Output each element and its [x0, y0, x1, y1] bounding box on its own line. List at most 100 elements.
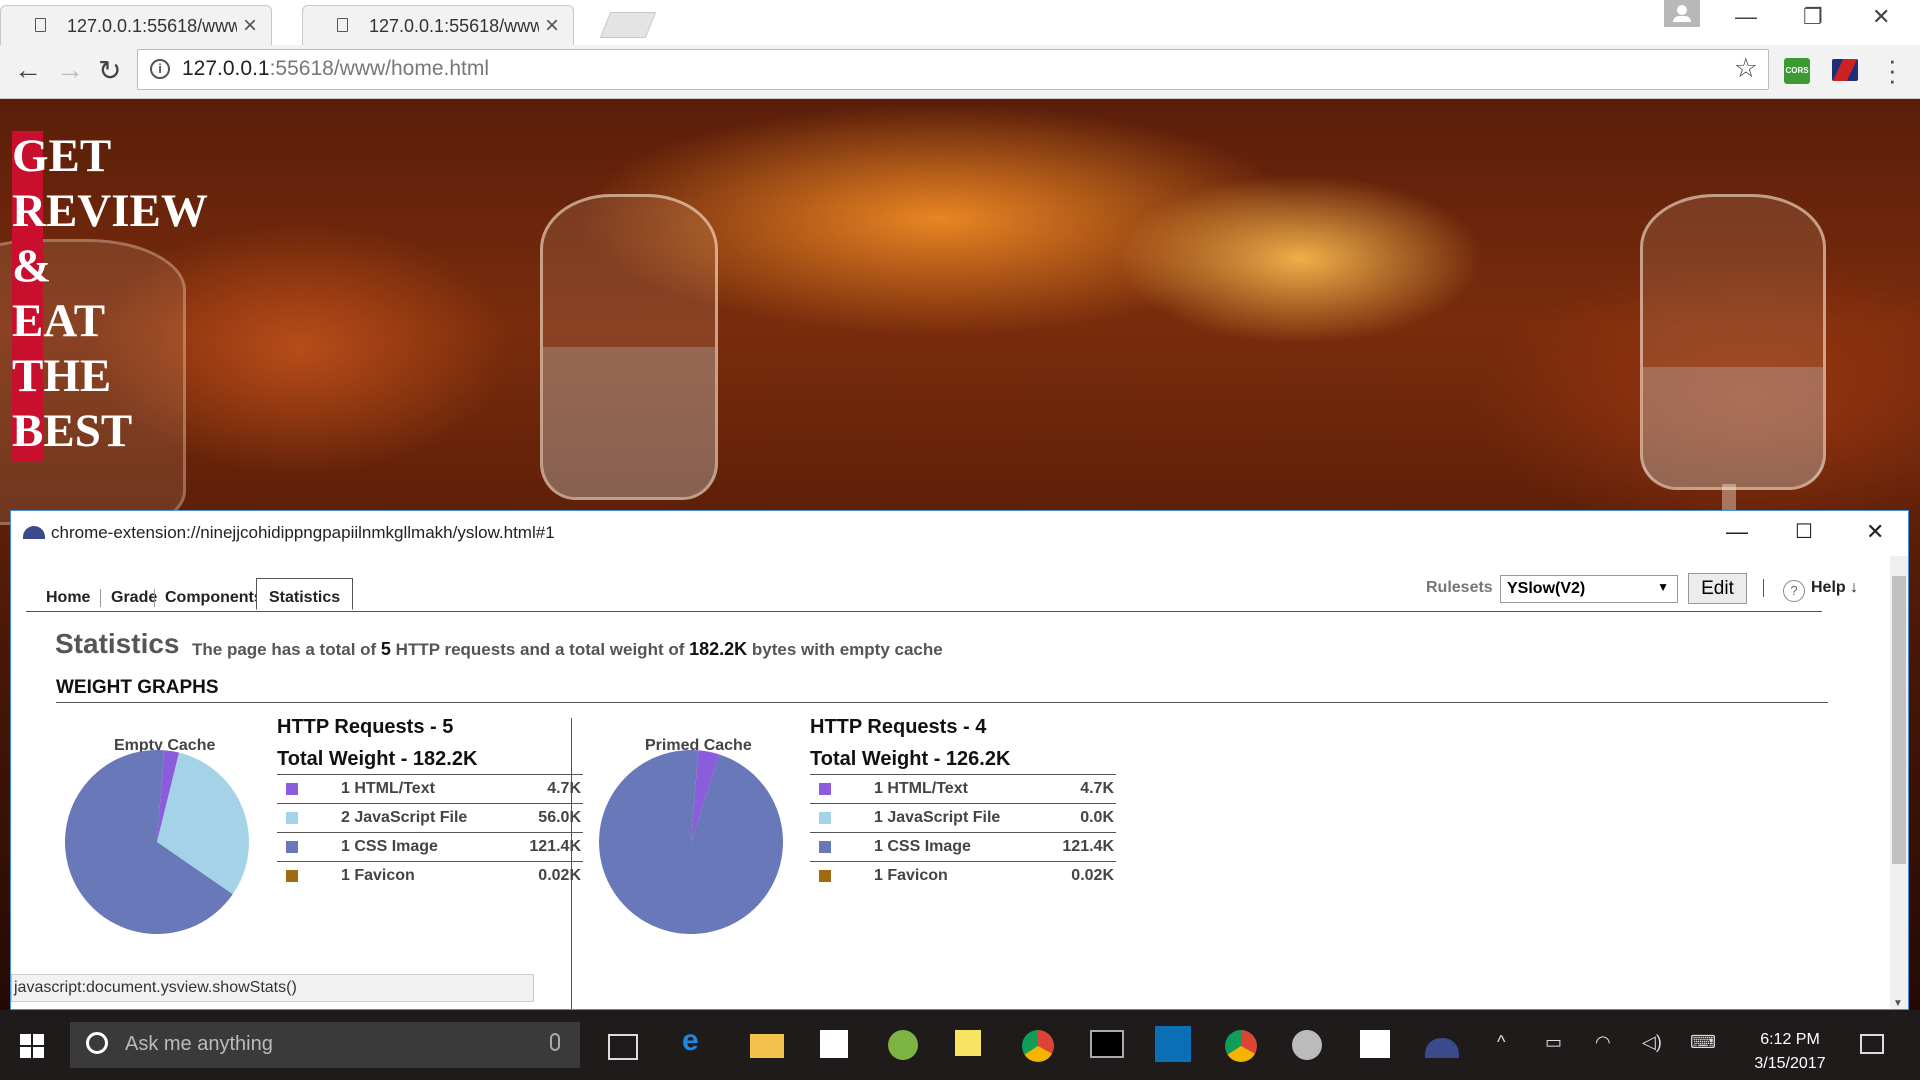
primed-cache-pie-chart	[599, 750, 783, 934]
legend-swatch	[819, 841, 831, 853]
legend-swatch	[819, 812, 831, 824]
ruleset-select[interactable]: YSlow(V2) ▼	[1500, 575, 1678, 603]
legend-swatch	[286, 783, 298, 795]
sticky-notes-icon[interactable]	[955, 1030, 981, 1056]
empty-cache-pie-chart	[65, 750, 249, 934]
bookmark-star-icon[interactable]: ☆	[1734, 53, 1758, 84]
cortana-search-box[interactable]: Ask me anything	[70, 1022, 580, 1068]
tab-statistics[interactable]: Statistics	[256, 578, 354, 610]
chrome-icon[interactable]	[1225, 1030, 1257, 1062]
task-view-icon[interactable]	[608, 1034, 638, 1060]
info-icon[interactable]: i	[150, 59, 170, 79]
edit-button[interactable]: Edit	[1688, 573, 1747, 604]
yslow-window: chrome-extension://ninejjcohidippngpapii…	[10, 510, 1909, 1010]
yslow-gauge-icon	[23, 526, 45, 539]
store-icon[interactable]	[820, 1030, 848, 1058]
cortana-icon	[86, 1032, 108, 1054]
vertical-scrollbar[interactable]: ▼	[1890, 556, 1908, 1009]
snipping-tool-icon[interactable]	[1292, 1030, 1322, 1060]
action-center-icon[interactable]	[1860, 1034, 1884, 1054]
scroll-down-icon[interactable]: ▼	[1893, 998, 1903, 1009]
taskbar: Ask me anything e ^ ▭ ◠ ◁) ⌨ 6:12 PM 3/1…	[0, 1010, 1920, 1080]
table-row: 1 HTML/Text 4.7K	[277, 774, 583, 803]
empty-cache-table: 1 HTML/Text 4.7K 2 JavaScript File 56.0K 1…	[277, 774, 583, 890]
divider	[56, 702, 1828, 703]
address-bar[interactable]: i 127.0.0.1:55618/www/home.html ☆	[137, 49, 1769, 90]
browser-toolbar: ← → ↻ i 127.0.0.1:55618/www/home.html ☆ …	[0, 45, 1920, 99]
help-question-icon[interactable]: ?	[1783, 580, 1805, 602]
divider	[1763, 579, 1764, 597]
file-explorer-icon[interactable]	[750, 1034, 784, 1058]
status-bar-url: javascript:document.ysview.showStats()	[11, 974, 534, 1002]
reload-icon[interactable]: ↻	[98, 54, 121, 87]
legend-swatch	[819, 870, 831, 882]
windows-start-icon[interactable]	[20, 1034, 44, 1058]
empty-cache-requests: HTTP Requests - 5	[277, 716, 454, 738]
tab-components[interactable]: Components	[154, 589, 263, 607]
chrome-icon[interactable]	[1022, 1030, 1054, 1062]
scrollbar-thumb[interactable]	[1892, 576, 1906, 864]
legend-swatch	[286, 812, 298, 824]
dropdown-arrow-icon: ▼	[1657, 580, 1669, 594]
table-row: 2 JavaScript File 56.0K	[277, 803, 583, 832]
browser-tab-login[interactable]: 127.0.0.1:55618/www/log ×	[0, 5, 272, 45]
url-text[interactable]: 127.0.0.1:55618/www/home.html	[182, 57, 489, 81]
tab-home[interactable]: Home	[46, 589, 90, 607]
page-icon	[35, 18, 46, 32]
battery-icon[interactable]: ▭	[1545, 1032, 1562, 1053]
volume-icon[interactable]: ◁)	[1642, 1032, 1662, 1053]
statistics-summary: The page has a total of 5 HTTP requests …	[192, 639, 943, 659]
page-icon	[337, 18, 348, 32]
primed-cache-requests: HTTP Requests - 4	[810, 716, 987, 738]
tab-title: 127.0.0.1:55618/www/ho	[369, 16, 539, 36]
statistics-heading: Statistics	[55, 628, 180, 659]
edge-icon[interactable]: e	[682, 1024, 716, 1057]
primed-cache-total-weight: Total Weight - 126.2K	[810, 748, 1011, 770]
microphone-icon[interactable]	[550, 1033, 560, 1051]
forward-icon[interactable]: →	[56, 54, 84, 86]
keyboard-icon[interactable]: ⌨	[1690, 1032, 1716, 1053]
table-row: 1 Favicon 0.02K	[810, 861, 1116, 890]
help-link[interactable]: Help ↓	[1811, 579, 1858, 597]
tab-strip: 127.0.0.1:55618/www/log × 127.0.0.1:5561…	[0, 0, 1920, 45]
show-hidden-icons[interactable]: ^	[1497, 1032, 1505, 1053]
glass-image	[540, 194, 718, 500]
rulesets-label: Rulesets	[1426, 579, 1493, 596]
table-row: 1 HTML/Text 4.7K	[810, 774, 1116, 803]
new-tab-button[interactable]	[599, 12, 657, 38]
table-row: 1 CSS Image 121.4K	[277, 832, 583, 861]
android-studio-icon[interactable]	[888, 1030, 918, 1060]
tab-title: 127.0.0.1:55618/www/log	[67, 16, 237, 36]
flag-extension-icon[interactable]	[1832, 59, 1858, 81]
sourcetree-icon[interactable]	[1155, 1026, 1191, 1062]
photos-icon[interactable]	[1360, 1030, 1390, 1058]
minimize-icon[interactable]: —	[1726, 519, 1748, 545]
table-row: 1 JavaScript File 0.0K	[810, 803, 1116, 832]
maximize-icon[interactable]: ☐	[1795, 519, 1813, 544]
yslow-taskbar-icon[interactable]	[1425, 1038, 1459, 1058]
weight-graphs-heading: WEIGHT GRAPHS	[56, 677, 219, 698]
yslow-window-title: chrome-extension://ninejjcohidippngpapii…	[51, 523, 555, 542]
hero-title: GET REVIEW & EAT THE BEST	[12, 129, 208, 461]
yslow-titlebar: chrome-extension://ninejjcohidippngpapii…	[11, 511, 1908, 556]
empty-cache-total-weight: Total Weight - 182.2K	[277, 748, 478, 770]
glass-image	[1640, 194, 1826, 490]
close-icon[interactable]: ✕	[1866, 519, 1884, 545]
cors-extension-icon[interactable]: CORS	[1784, 58, 1810, 84]
close-window-icon[interactable]: ✕	[1872, 4, 1890, 30]
wifi-icon[interactable]: ◠	[1595, 1032, 1611, 1053]
close-tab-icon[interactable]: ×	[243, 12, 257, 40]
chrome-menu-icon[interactable]: · · ·	[1888, 47, 1897, 93]
legend-swatch	[286, 870, 298, 882]
restore-icon[interactable]: ❐	[1803, 4, 1823, 30]
browser-tab-home[interactable]: 127.0.0.1:55618/www/ho ×	[302, 5, 574, 45]
tab-grade[interactable]: Grade	[100, 589, 157, 607]
terminal-icon[interactable]	[1090, 1030, 1124, 1058]
minimize-icon[interactable]: —	[1735, 4, 1757, 30]
table-row: 1 CSS Image 121.4K	[810, 832, 1116, 861]
close-tab-icon[interactable]: ×	[545, 12, 559, 40]
profile-icon[interactable]	[1664, 0, 1700, 27]
primed-cache-table: 1 HTML/Text 4.7K 1 JavaScript File 0.0K 1 …	[810, 774, 1116, 890]
clock[interactable]: 6:12 PM 3/15/2017	[1740, 1028, 1840, 1076]
back-icon[interactable]: ←	[14, 54, 42, 86]
